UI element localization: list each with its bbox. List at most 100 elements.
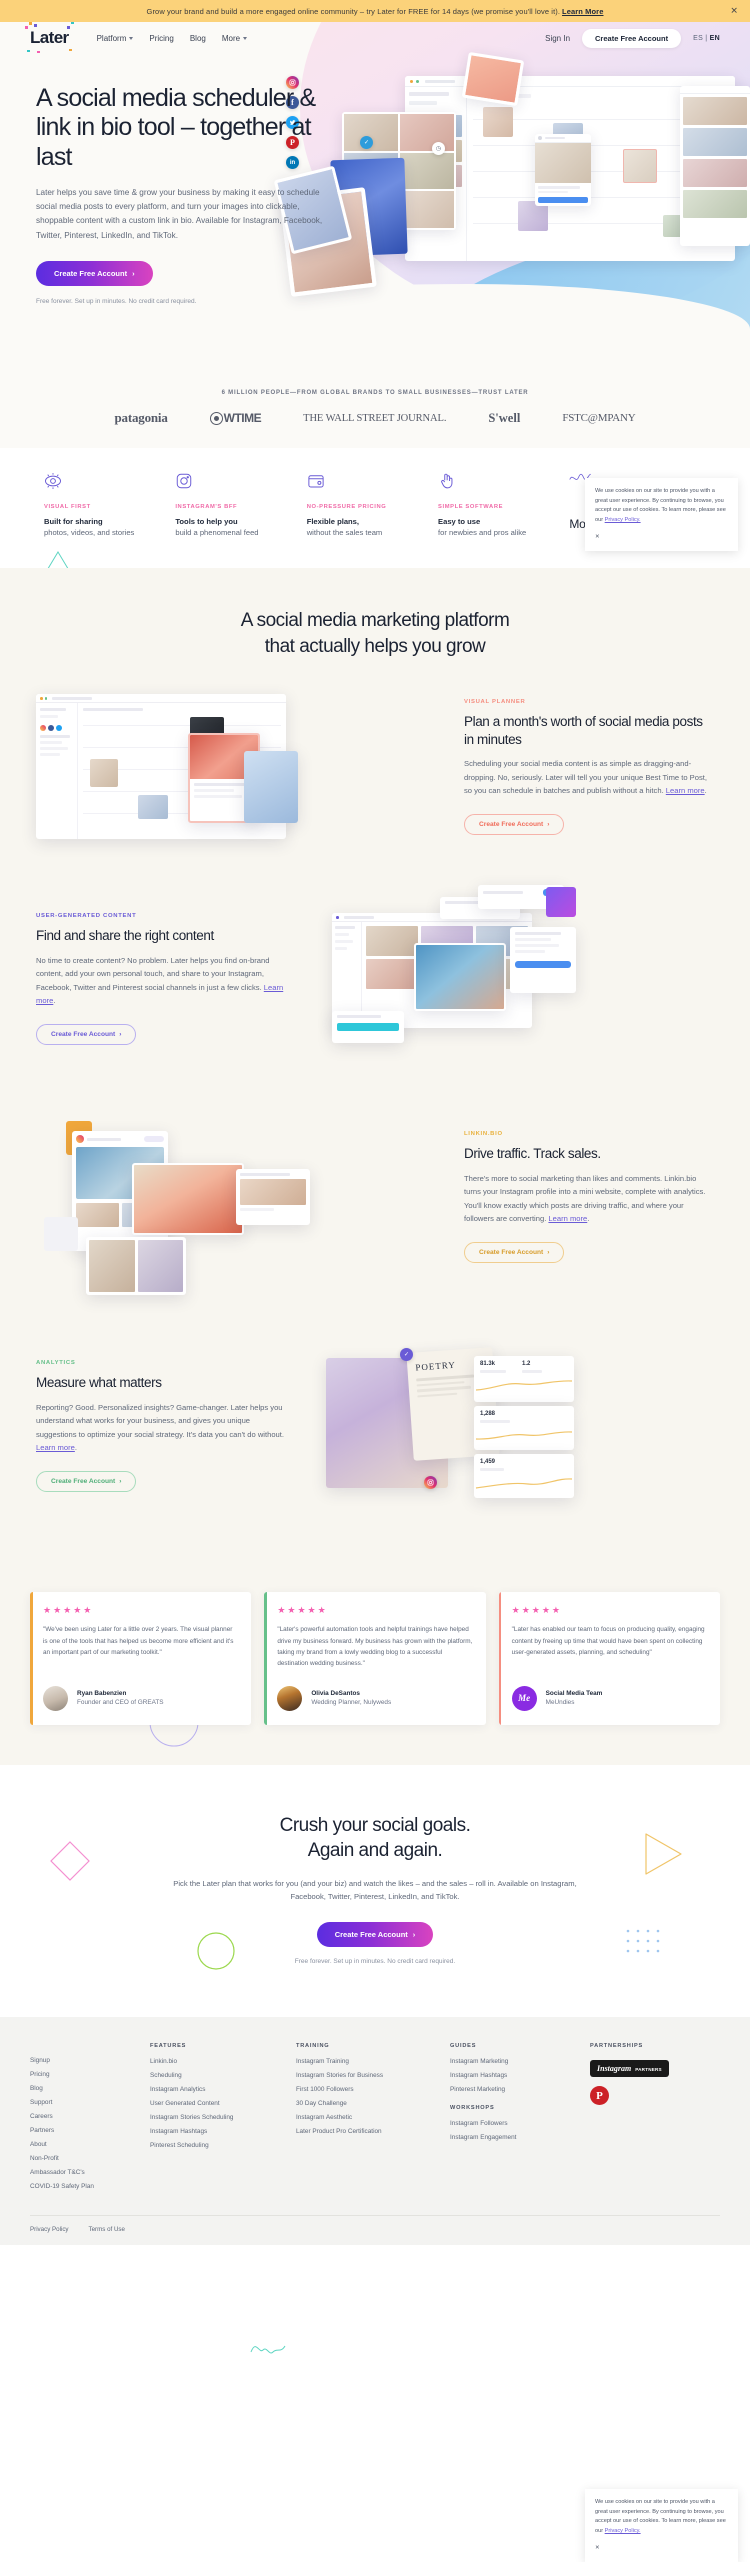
footer-link[interactable]: First 1000 Followers bbox=[296, 2086, 422, 2093]
nav-item-more[interactable]: More bbox=[222, 34, 248, 43]
footer-columns: Signup Pricing Blog Support Careers Partners A… bbox=[30, 2043, 720, 2197]
button-label: Create Free Account bbox=[51, 1477, 116, 1485]
cookie-close-icon[interactable]: ✕ bbox=[595, 534, 600, 540]
block-body-suffix: . bbox=[74, 1443, 77, 1453]
promo-learn-more-link[interactable]: Learn More bbox=[562, 7, 603, 16]
footer-heading-partnerships: PARTNERSHIPS bbox=[590, 2043, 644, 2050]
pinterest-partner-badge[interactable]: P bbox=[590, 2086, 609, 2106]
sparkline-chart bbox=[475, 1478, 573, 1489]
cookie-consent-banner-bottom: We use cookies on our site to provide yo… bbox=[585, 2489, 738, 2562]
footer-link[interactable]: Scheduling bbox=[150, 2072, 268, 2079]
footer-column-guides: GUIDES Instagram Marketing Instagram Hash… bbox=[450, 2043, 562, 2197]
testimonial-name: Social Media Team bbox=[545, 1690, 603, 1698]
footer-heading-features: FEATURES bbox=[150, 2043, 187, 2050]
learn-more-link[interactable]: Learn more bbox=[548, 1214, 587, 1223]
footer-privacy-policy-link[interactable]: Privacy Policy bbox=[30, 2226, 69, 2233]
cta-create-free-account-button[interactable]: Create Free Account › bbox=[316, 1922, 434, 1948]
sign-in-link[interactable]: Sign In bbox=[545, 34, 570, 43]
hero-subtitle: Later helps you save time & grow your bu… bbox=[36, 187, 323, 240]
learn-more-link[interactable]: Learn more bbox=[666, 786, 705, 795]
feature-kicker: SIMPLE SOFTWARE bbox=[438, 504, 504, 510]
avatar-initials: Me bbox=[518, 1693, 531, 1704]
block-create-free-account-button[interactable]: Create Free Account › bbox=[36, 1023, 137, 1045]
footer-link[interactable]: Instagram Hashtags bbox=[150, 2128, 268, 2135]
footer-terms-of-use-link[interactable]: Terms of Use bbox=[89, 2226, 125, 2233]
block-visual-planner: VISUAL PLANNER Plan a month's worth of s… bbox=[0, 689, 750, 859]
footer-link[interactable]: Pinterest Marketing bbox=[450, 2086, 562, 2093]
footer-link[interactable]: 30 Day Challenge bbox=[296, 2100, 422, 2107]
footer-link[interactable]: Blog bbox=[30, 2085, 122, 2092]
footer-link[interactable]: Pinterest Scheduling bbox=[150, 2142, 268, 2149]
footer-link[interactable]: Instagram Engagement bbox=[450, 2134, 562, 2141]
block-body-suffix: . bbox=[53, 996, 56, 1006]
nav-links: Platform Pricing Blog More bbox=[97, 34, 248, 43]
ugc-photo-card bbox=[414, 943, 506, 1012]
block-create-free-account-button[interactable]: Create Free Account › bbox=[464, 1241, 565, 1263]
footer-link[interactable]: Instagram Stories for Business bbox=[296, 2072, 422, 2079]
block-body: No time to create content? No problem. L… bbox=[36, 954, 286, 1008]
nav-item-pricing[interactable]: Pricing bbox=[149, 34, 173, 43]
footer-link[interactable]: Support bbox=[30, 2099, 122, 2106]
hero-create-free-account-button[interactable]: Create Free Account › bbox=[36, 261, 153, 287]
testimonial-author: Me Social Media Team MeUndies bbox=[511, 1685, 707, 1711]
footer-link[interactable]: Linkin.bio bbox=[150, 2058, 268, 2065]
chevron-right-icon: › bbox=[547, 820, 550, 828]
footer-link[interactable]: Signup bbox=[30, 2057, 122, 2064]
diamond-decoration-pink bbox=[50, 1840, 90, 1881]
footer-link[interactable]: Instagram Hashtags bbox=[450, 2072, 562, 2079]
block-title: Measure what matters bbox=[36, 1375, 162, 1391]
close-icon[interactable]: ✕ bbox=[730, 6, 738, 16]
chevron-right-icon: › bbox=[119, 1477, 122, 1485]
footer-heading-workshops: WORKSHOPS bbox=[450, 2105, 495, 2112]
footer-link[interactable]: Instagram Stories Scheduling bbox=[150, 2114, 268, 2121]
lang-es[interactable]: ES bbox=[693, 35, 703, 42]
hero-section: Later Platform Pricing Blog More Sign In… bbox=[0, 22, 750, 374]
testimonial-author: Ryan Babenzien Founder and CEO of GREATS bbox=[43, 1685, 238, 1711]
footer-link[interactable]: User Generated Content bbox=[150, 2100, 268, 2107]
cta-title-line1: Crush your social goals. bbox=[279, 1814, 471, 1836]
footer-column-partnerships: PARTNERSHIPS Instagram PARTNERS P bbox=[590, 2043, 702, 2197]
lang-en[interactable]: EN bbox=[710, 35, 720, 42]
footer-link[interactable]: Instagram Analytics bbox=[150, 2086, 268, 2093]
avatar bbox=[277, 1685, 303, 1711]
block-create-free-account-button[interactable]: Create Free Account › bbox=[36, 1470, 137, 1492]
footer-link[interactable]: About bbox=[30, 2141, 122, 2148]
footer-link[interactable]: Instagram Marketing bbox=[450, 2058, 562, 2065]
block-kicker: VISUAL PLANNER bbox=[464, 699, 526, 706]
cookie-consent-banner: We use cookies on our site to provide yo… bbox=[585, 478, 738, 552]
footer-link[interactable]: Later Product Pro Certification bbox=[296, 2128, 422, 2135]
testimonial-author: Olivia DeSantos Wedding Planner, Nulywed… bbox=[277, 1685, 472, 1711]
nav-item-platform[interactable]: Platform bbox=[97, 34, 134, 43]
instagram-partners-badge[interactable]: Instagram PARTNERS bbox=[590, 2060, 669, 2078]
cookie-privacy-policy-link[interactable]: Privacy Policy. bbox=[605, 517, 641, 523]
footer-link[interactable]: Non-Profit bbox=[30, 2155, 122, 2162]
footer-column-training: TRAINING Instagram Training Instagram Sto… bbox=[296, 2043, 422, 2197]
linkinbio-accent-card bbox=[44, 1217, 78, 1252]
language-switcher[interactable]: ES | EN bbox=[693, 35, 720, 42]
footer-link[interactable]: Pricing bbox=[30, 2071, 122, 2078]
footer-link[interactable]: Careers bbox=[30, 2113, 122, 2120]
learn-more-link[interactable]: Learn more bbox=[36, 1443, 75, 1452]
cta-body: Pick the Later plan that works for you (… bbox=[173, 1878, 577, 1902]
block-create-free-account-button[interactable]: Create Free Account › bbox=[464, 813, 565, 835]
analytics-illustration: POETRY 81.3k 1.2 1,288 1,459 ✓ bbox=[318, 1347, 714, 1510]
footer-link[interactable]: Instagram Followers bbox=[450, 2120, 562, 2127]
cookie-privacy-policy-link[interactable]: Privacy Policy. bbox=[605, 2528, 641, 2534]
cookie-close-icon[interactable]: ✕ bbox=[595, 2545, 600, 2551]
footer-link[interactable]: Instagram Training bbox=[296, 2058, 422, 2065]
partner-instagram-word: Instagram bbox=[597, 2064, 632, 2074]
nav-item-label: Blog bbox=[189, 33, 206, 43]
footer-link[interactable]: Partners bbox=[30, 2127, 122, 2134]
testimonial-role: Wedding Planner, Nulyweds bbox=[311, 1699, 392, 1707]
later-logo[interactable]: Later bbox=[25, 22, 74, 53]
promo-banner: Grow your brand and build a more engaged… bbox=[0, 0, 750, 22]
testimonial-quote: "Later has enabled our team to focus on … bbox=[511, 1626, 705, 1657]
nav-item-blog[interactable]: Blog bbox=[190, 34, 206, 43]
create-free-account-button[interactable]: Create Free Account bbox=[582, 28, 682, 48]
footer-link[interactable]: Ambassador T&C's bbox=[30, 2169, 122, 2176]
feature-no-pressure-pricing: NO-PRESSURE PRICING Flexible plans, with… bbox=[307, 472, 414, 538]
footer-link[interactable]: Instagram Aesthetic bbox=[296, 2114, 422, 2121]
block-title: Drive traffic. Track sales. bbox=[464, 1146, 601, 1162]
sparkline-chart bbox=[475, 1380, 573, 1391]
footer-link[interactable]: COVID-19 Safety Plan bbox=[30, 2183, 122, 2190]
